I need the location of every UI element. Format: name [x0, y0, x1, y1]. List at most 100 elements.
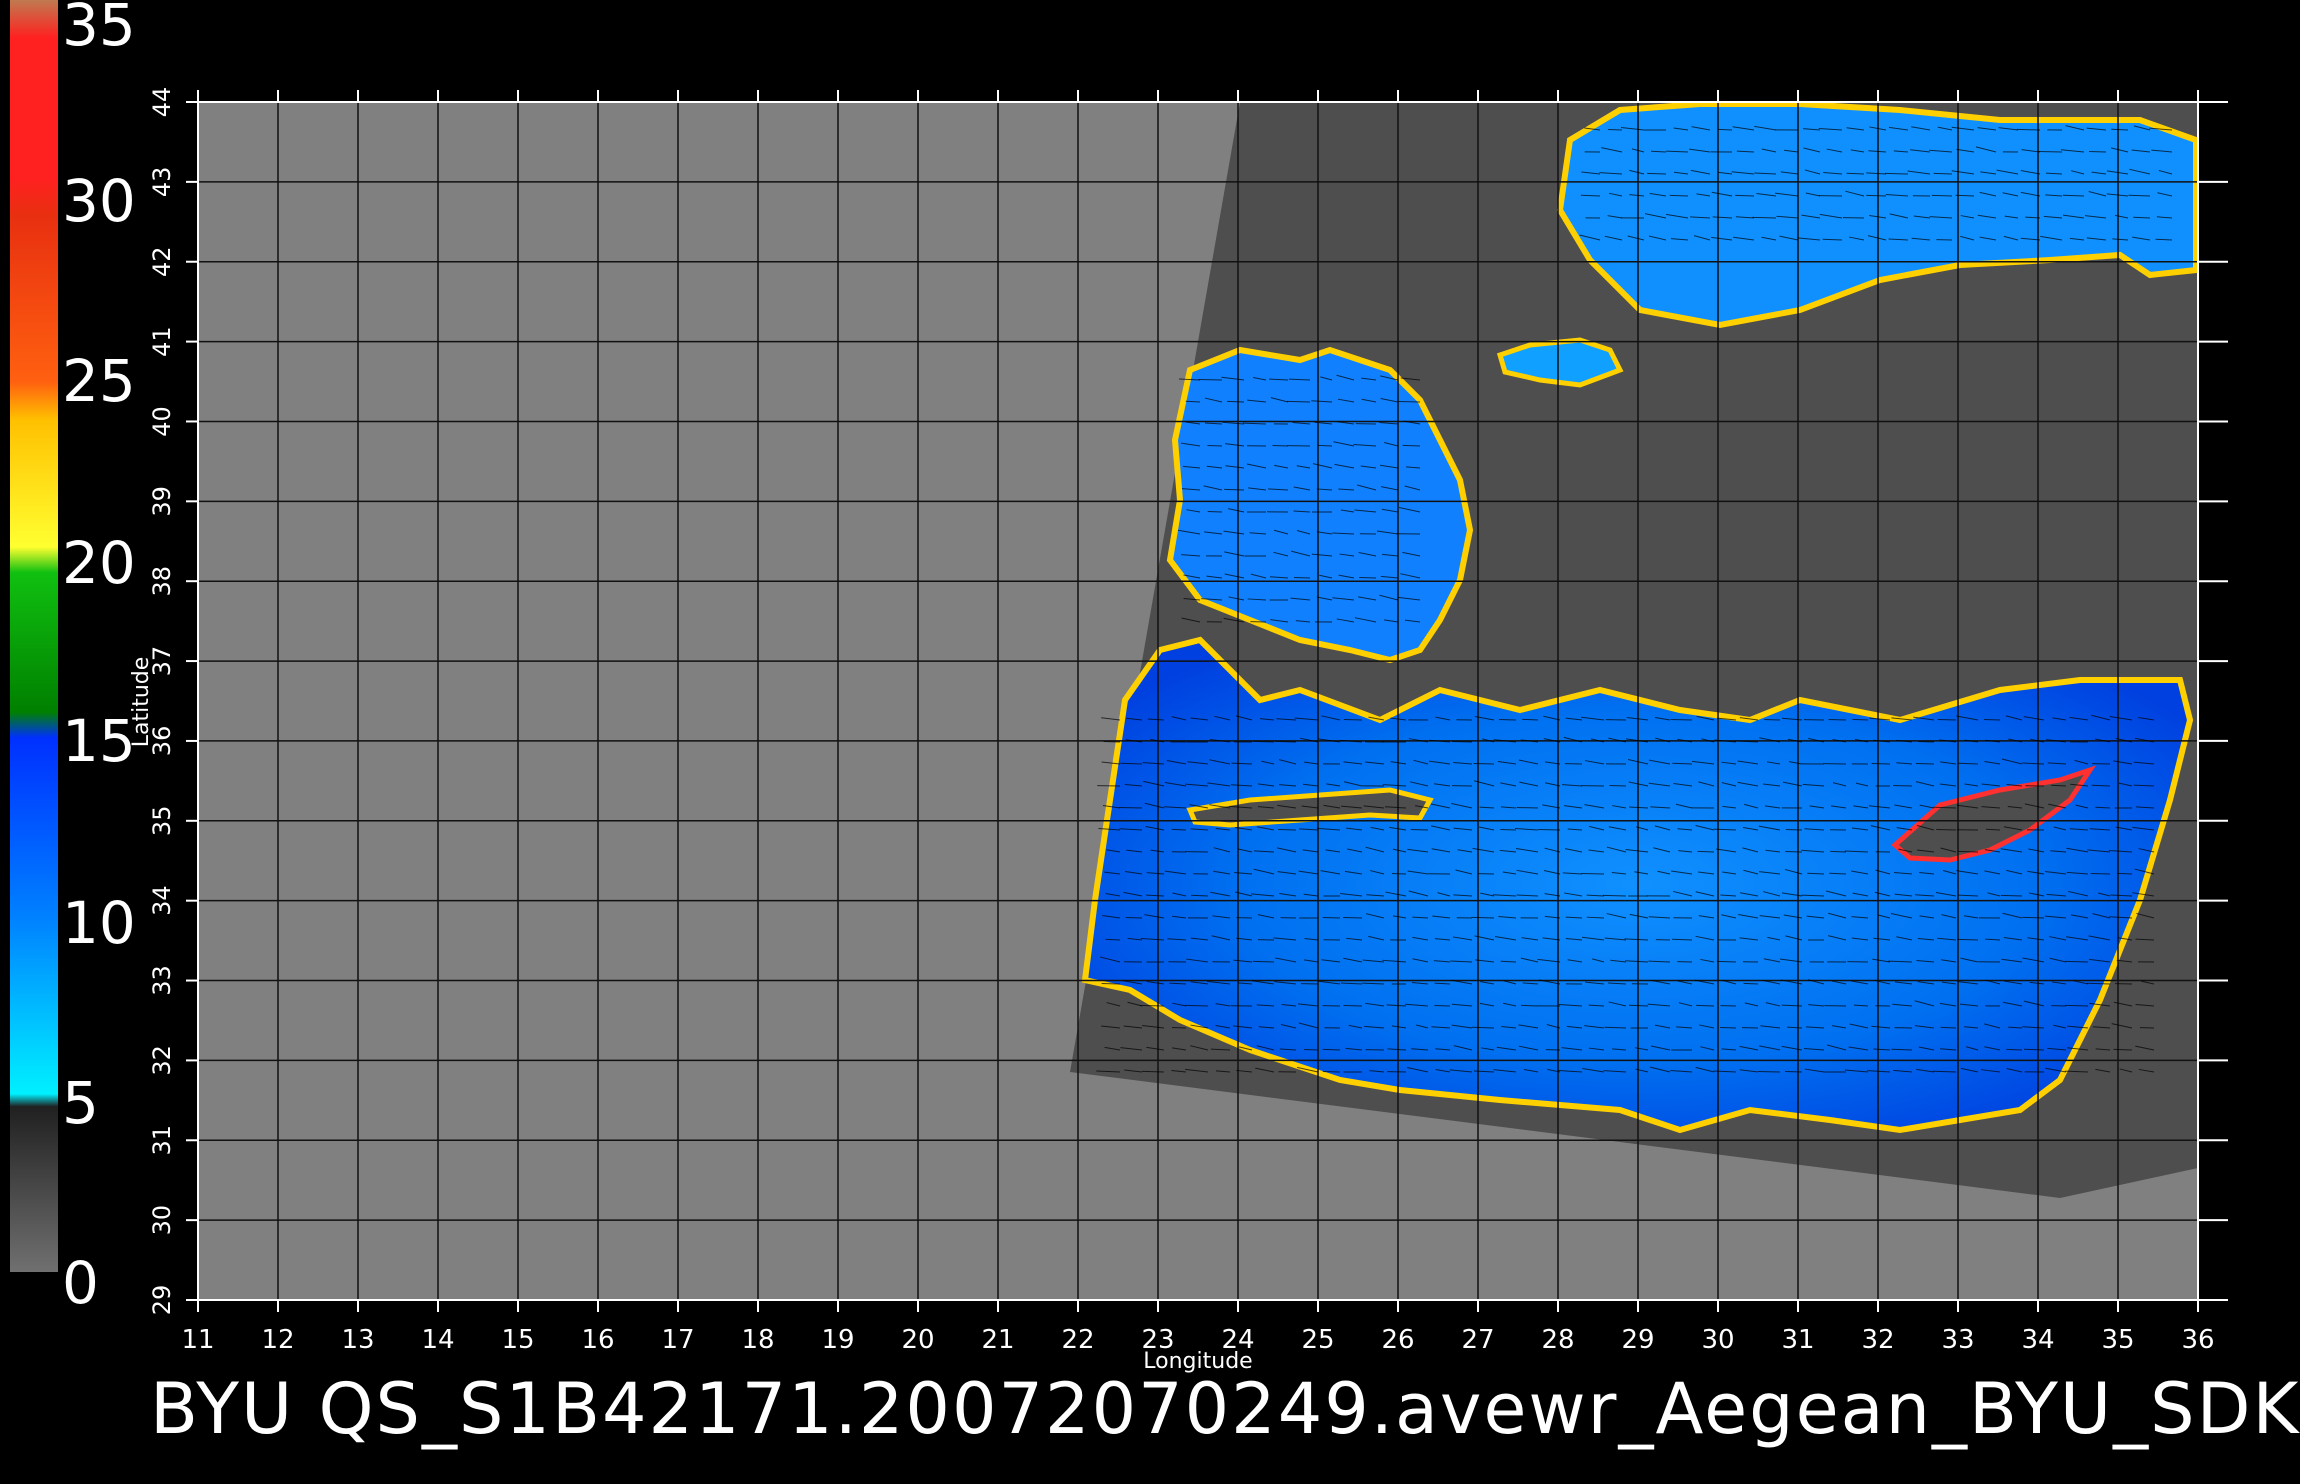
wind-vector — [1893, 785, 1912, 786]
wind-vector — [1885, 173, 1908, 174]
lon-tick-label: 35 — [2101, 1325, 2134, 1355]
lon-tick-label: 13 — [341, 1325, 374, 1355]
wind-vector — [1472, 1027, 1494, 1028]
wind-vector — [1275, 741, 1296, 742]
wind-vector — [2113, 1049, 2132, 1050]
wind-vector — [1399, 401, 1420, 402]
wind-vector — [1140, 1005, 1164, 1006]
lon-tick-label: 27 — [1461, 1325, 1494, 1355]
wind-vector — [2065, 961, 2088, 962]
lon-tick-label: 30 — [1701, 1325, 1734, 1355]
wind-vector — [1172, 1027, 1186, 1028]
colorbar-label-0: 0 — [62, 1254, 99, 1312]
wind-vector — [1941, 1027, 1956, 1028]
wind-vector — [1278, 829, 1296, 830]
wind-vector — [1126, 917, 1142, 918]
wind-vector — [2017, 129, 2040, 130]
lon-tick-label: 11 — [181, 1325, 214, 1355]
wind-vector — [1172, 829, 1186, 830]
wind-vector — [1538, 829, 1560, 830]
lat-tick-label: 33 — [148, 965, 176, 996]
wind-vector — [1744, 983, 1758, 984]
lat-tick-label: 34 — [148, 885, 176, 916]
wind-vector — [1224, 489, 1244, 490]
wind-vector — [1294, 577, 1310, 578]
lon-tick-label: 21 — [981, 1325, 1014, 1355]
wind-vector — [1411, 829, 1428, 830]
lat-tick-label: 44 — [148, 87, 176, 118]
wind-vector — [2006, 1049, 2022, 1050]
lat-tick-label: 30 — [148, 1205, 176, 1236]
wind-vector — [1603, 895, 1626, 896]
wind-vector — [1852, 719, 1868, 720]
colorbar-label-30: 30 — [62, 172, 136, 230]
wind-vector — [1253, 961, 1274, 962]
plot-root: 1112131415161718192021222324252627282930… — [0, 0, 2300, 1480]
wind-vector — [1933, 1071, 1956, 1072]
colorbar-label-5: 5 — [62, 1074, 99, 1132]
lat-tick-label: 42 — [148, 246, 176, 277]
wind-vector — [1918, 741, 1934, 742]
wind-vector — [1253, 741, 1274, 742]
wind-vector — [1670, 195, 1688, 196]
lon-tick-label: 36 — [2181, 1325, 2214, 1355]
lat-tick-label: 41 — [148, 326, 176, 357]
colorbar-label-15: 15 — [62, 712, 136, 770]
lat-tick-label: 43 — [148, 167, 176, 198]
wind-vector — [1142, 1071, 1164, 1072]
lon-tick-label: 16 — [581, 1325, 614, 1355]
wind-vector — [1318, 445, 1332, 446]
wind-vector — [1102, 983, 1120, 984]
wind-vector — [1403, 445, 1420, 446]
wind-vector — [1932, 195, 1952, 196]
lon-tick-label: 15 — [501, 1325, 534, 1355]
lat-tick-label: 39 — [148, 486, 176, 517]
colorbar-label-10: 10 — [62, 894, 136, 952]
wind-vector — [1323, 1049, 1340, 1050]
wind-vector — [2001, 895, 2022, 896]
wind-vector — [1938, 719, 1956, 720]
wind-vector — [1717, 961, 1736, 962]
wind-vector — [1672, 763, 1692, 764]
figure-caption: BYU QS_S1B42171.20072070249.avewr_Aegean… — [150, 1368, 2300, 1450]
map-figure: 1112131415161718192021222324252627282930… — [0, 0, 2300, 1480]
wind-vector — [1434, 1005, 1450, 1006]
wind-vector — [1185, 1005, 1208, 1006]
wind-vector — [1984, 719, 2000, 720]
wind-vector — [1958, 851, 1978, 852]
lon-tick-label: 22 — [1061, 1325, 1094, 1355]
wind-vector — [2065, 1005, 2088, 1006]
wind-vector — [2087, 983, 2110, 984]
wind-vector — [2039, 151, 2062, 152]
wind-vector — [1472, 917, 1494, 918]
wind-vector — [1323, 917, 1340, 918]
lon-tick-label: 33 — [1941, 1325, 1974, 1355]
lat-tick-label: 32 — [148, 1045, 176, 1076]
wind-vector — [1934, 173, 1952, 174]
lon-tick-label: 20 — [901, 1325, 934, 1355]
wind-vector — [1208, 511, 1222, 512]
wind-vector — [1866, 195, 1886, 196]
colorbar-gradient — [10, 0, 58, 1272]
map-area: 1112131415161718192021222324252627282930… — [129, 87, 2228, 1374]
lon-tick-label: 25 — [1301, 1325, 1334, 1355]
wind-vector — [1359, 577, 1376, 578]
wind-vector — [1608, 129, 1622, 130]
wind-vector — [1198, 379, 1222, 380]
wind-vector — [1696, 1005, 1714, 1006]
wind-vector — [1304, 1049, 1318, 1050]
wind-vector — [1287, 401, 1310, 402]
wind-vector — [1227, 401, 1244, 402]
colorbar-label-20: 20 — [62, 534, 136, 592]
colorbar — [10, 0, 58, 1272]
colorbar-label-35: 35 — [62, 0, 136, 54]
lat-tick-label: 38 — [148, 566, 176, 597]
wind-vector — [1830, 851, 1846, 852]
wind-vector — [1735, 195, 1754, 196]
wind-vector — [1581, 873, 1604, 874]
wind-vector — [1764, 719, 1780, 720]
wind-vector — [1752, 217, 1776, 218]
lon-tick-label: 32 — [1861, 1325, 1894, 1355]
lon-tick-label: 14 — [421, 1325, 454, 1355]
wind-vector — [1647, 173, 1666, 174]
